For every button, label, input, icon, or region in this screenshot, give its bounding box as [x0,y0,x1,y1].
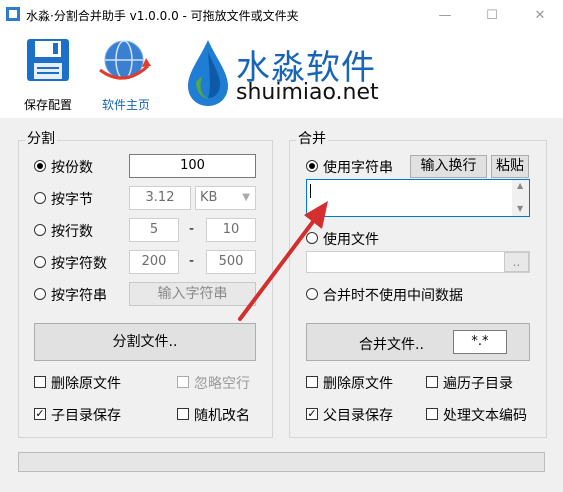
split-delete-original-checkbox[interactable] [34,376,46,388]
split-file-button[interactable]: 分割文件.. [34,323,256,361]
use-string-radio[interactable] [306,160,318,172]
random-rename-label: 随机改名 [194,408,250,424]
bytes-size-input[interactable]: 3.12 [129,186,191,210]
by-parts-label: 按份数 [51,160,93,176]
annotation-arrow-icon [238,201,328,321]
minimize-button[interactable]: — [422,0,468,30]
progress-bar [18,452,545,472]
merge-file-button-label: 合并文件.. [359,337,424,353]
by-bytes-radio[interactable] [34,192,46,204]
traverse-subdirs-checkbox[interactable] [426,376,438,388]
by-chars-radio[interactable] [34,256,46,268]
input-newline-button[interactable]: 输入换行 [410,155,487,178]
by-bytes-label: 按字节 [51,192,93,208]
subdir-save-label: 子目录保存 [51,408,121,424]
lines-range-separator: - [189,221,195,237]
by-lines-label: 按行数 [51,224,93,240]
parent-dir-save-label: 父目录保存 [323,408,393,424]
by-lines-radio[interactable] [34,224,46,236]
homepage-link[interactable]: 软件主页 [102,96,150,113]
maximize-button[interactable]: ☐ [469,0,515,30]
floppy-save-icon[interactable] [26,38,70,82]
lines-from-input[interactable]: 5 [129,218,179,242]
parts-count-input[interactable]: 100 [129,154,256,178]
save-config-button[interactable]: 保存配置 [24,96,72,113]
by-string-radio[interactable] [34,288,46,300]
scroll-up-icon[interactable]: ▲ [517,181,523,190]
app-icon [6,7,20,21]
parent-dir-save-checkbox[interactable]: ✓ [306,408,318,420]
browse-file-button[interactable]: .. [504,252,529,272]
traverse-subdirs-label: 遍历子目录 [443,376,513,392]
ignore-blank-label: 忽略空行 [194,376,250,392]
split-delete-original-label: 删除原文件 [51,376,121,392]
window-title: 水淼·分割合并助手 v1.0.0.0 - 可拖放文件或文件夹 [26,9,299,23]
no-temp-data-label: 合并时不使用中间数据 [323,288,463,304]
file-pattern-input[interactable]: *.* [453,330,507,354]
textarea-scrollbar[interactable]: ▲ ▼ [512,180,529,216]
by-string-label: 按字符串 [51,288,107,304]
use-string-label: 使用字符串 [323,160,393,176]
by-chars-label: 按字符数 [51,256,107,272]
water-drop-logo-icon [188,40,228,106]
merge-group-title: 合并 [296,128,328,148]
chars-from-input[interactable]: 200 [129,250,179,274]
merge-delete-original-checkbox[interactable] [306,376,318,388]
byte-unit-value: KB [200,190,218,205]
subdir-save-checkbox[interactable]: ✓ [34,408,46,420]
split-group-title: 分割 [25,128,57,148]
merge-delete-original-label: 删除原文件 [323,376,393,392]
scroll-down-icon[interactable]: ▼ [517,204,523,213]
by-parts-radio[interactable] [34,160,46,172]
ignore-blank-checkbox[interactable] [177,376,189,388]
close-button[interactable]: ✕ [517,0,563,30]
globe-homepage-icon[interactable] [96,36,152,84]
process-encoding-label: 处理文本编码 [443,408,527,424]
chars-range-separator: - [189,253,195,269]
process-encoding-checkbox[interactable] [426,408,438,420]
brand-name-en: shuimiao.net [236,80,379,105]
paste-button[interactable]: 粘贴 [491,155,529,178]
random-rename-checkbox[interactable] [177,408,189,420]
